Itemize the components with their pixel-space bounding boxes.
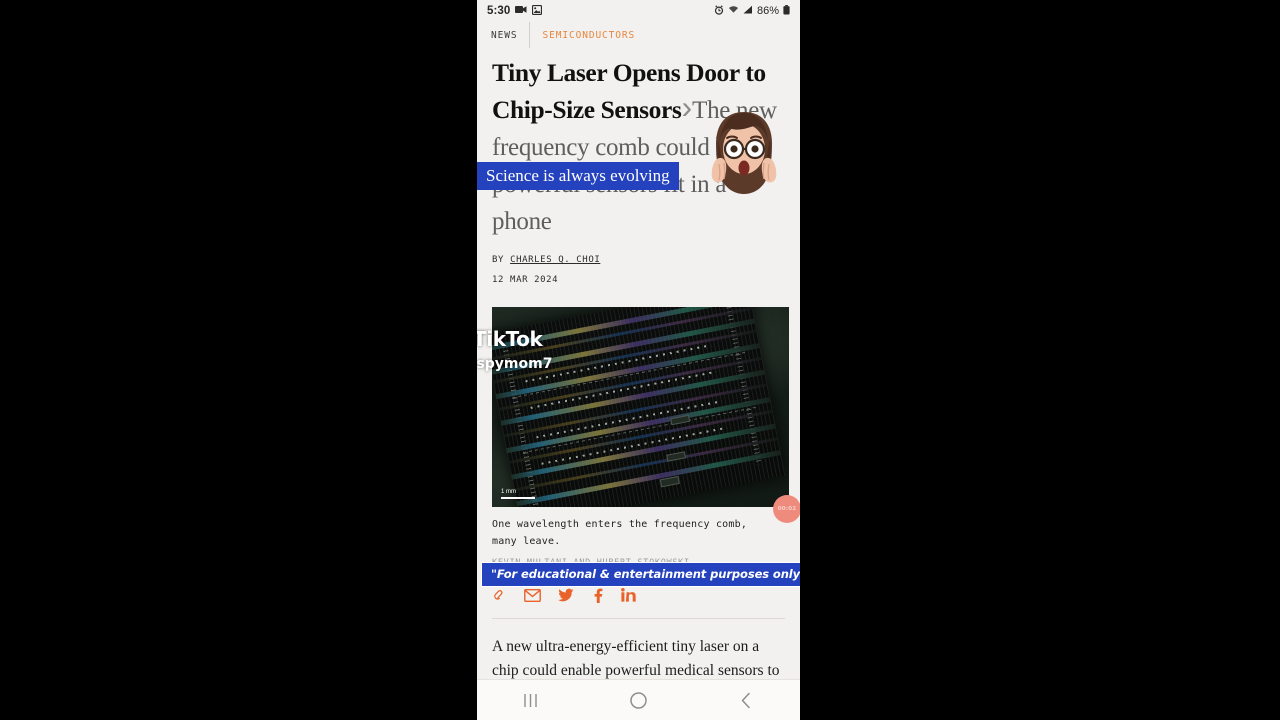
status-bar-left: 5:30 (487, 4, 543, 18)
facebook-icon[interactable] (591, 588, 604, 603)
email-icon[interactable] (524, 588, 541, 602)
alarm-icon (714, 5, 724, 18)
status-time: 5:30 (487, 5, 511, 17)
overlay-caption-bottom: "For educational & entertainment purpose… (481, 562, 800, 587)
battery-icon (783, 4, 790, 18)
wifi-icon (728, 5, 739, 17)
publish-date: 12 MAR 2024 (492, 275, 559, 285)
back-button[interactable] (716, 680, 776, 720)
category-tabs: NEWS SEMICONDUCTORS (477, 22, 800, 48)
video-frame: 5:30 86% NEWS SEMICONDUCTORS Tiny Laser … (0, 0, 1280, 720)
section-divider (492, 618, 785, 619)
battery-percent: 86% (756, 5, 779, 17)
byline: BY CHARLES Q. CHOI (492, 255, 785, 265)
timer-badge: 00:02 (773, 495, 800, 523)
chip-group (492, 307, 789, 507)
author-link[interactable]: CHARLES Q. CHOI (510, 255, 600, 265)
home-button[interactable] (608, 680, 668, 720)
signal-icon (743, 5, 753, 17)
linkedin-icon[interactable] (621, 588, 636, 602)
scale-bar-line (501, 496, 535, 499)
recents-button[interactable] (501, 680, 561, 720)
overlay-caption-top: Science is always evolving (477, 162, 679, 191)
photonic-chip (492, 307, 786, 507)
tab-semiconductors[interactable]: SEMICONDUCTORS (529, 22, 647, 48)
android-nav-bar (477, 679, 800, 720)
subhead-chevron-icon: › (681, 89, 693, 125)
byline-prefix: BY (492, 255, 505, 265)
status-bar: 5:30 86% (477, 0, 800, 22)
status-bar-right: 86% (714, 4, 790, 18)
twitter-icon[interactable] (558, 588, 574, 602)
phone-screen: 5:30 86% NEWS SEMICONDUCTORS Tiny Laser … (477, 0, 800, 720)
article-photo: 1 mm (492, 307, 789, 507)
share-bar (492, 586, 785, 604)
shocked-face-memoji-icon (708, 104, 780, 196)
tab-news[interactable]: NEWS (488, 22, 529, 48)
link-icon[interactable] (492, 588, 507, 603)
scale-bar: 1 mm (501, 488, 535, 499)
scale-bar-label: 1 mm (501, 488, 516, 495)
screen-recorder-icon (515, 5, 527, 17)
photo-icon (532, 4, 543, 18)
photo-caption: One wavelength enters the frequency comb… (492, 519, 748, 547)
